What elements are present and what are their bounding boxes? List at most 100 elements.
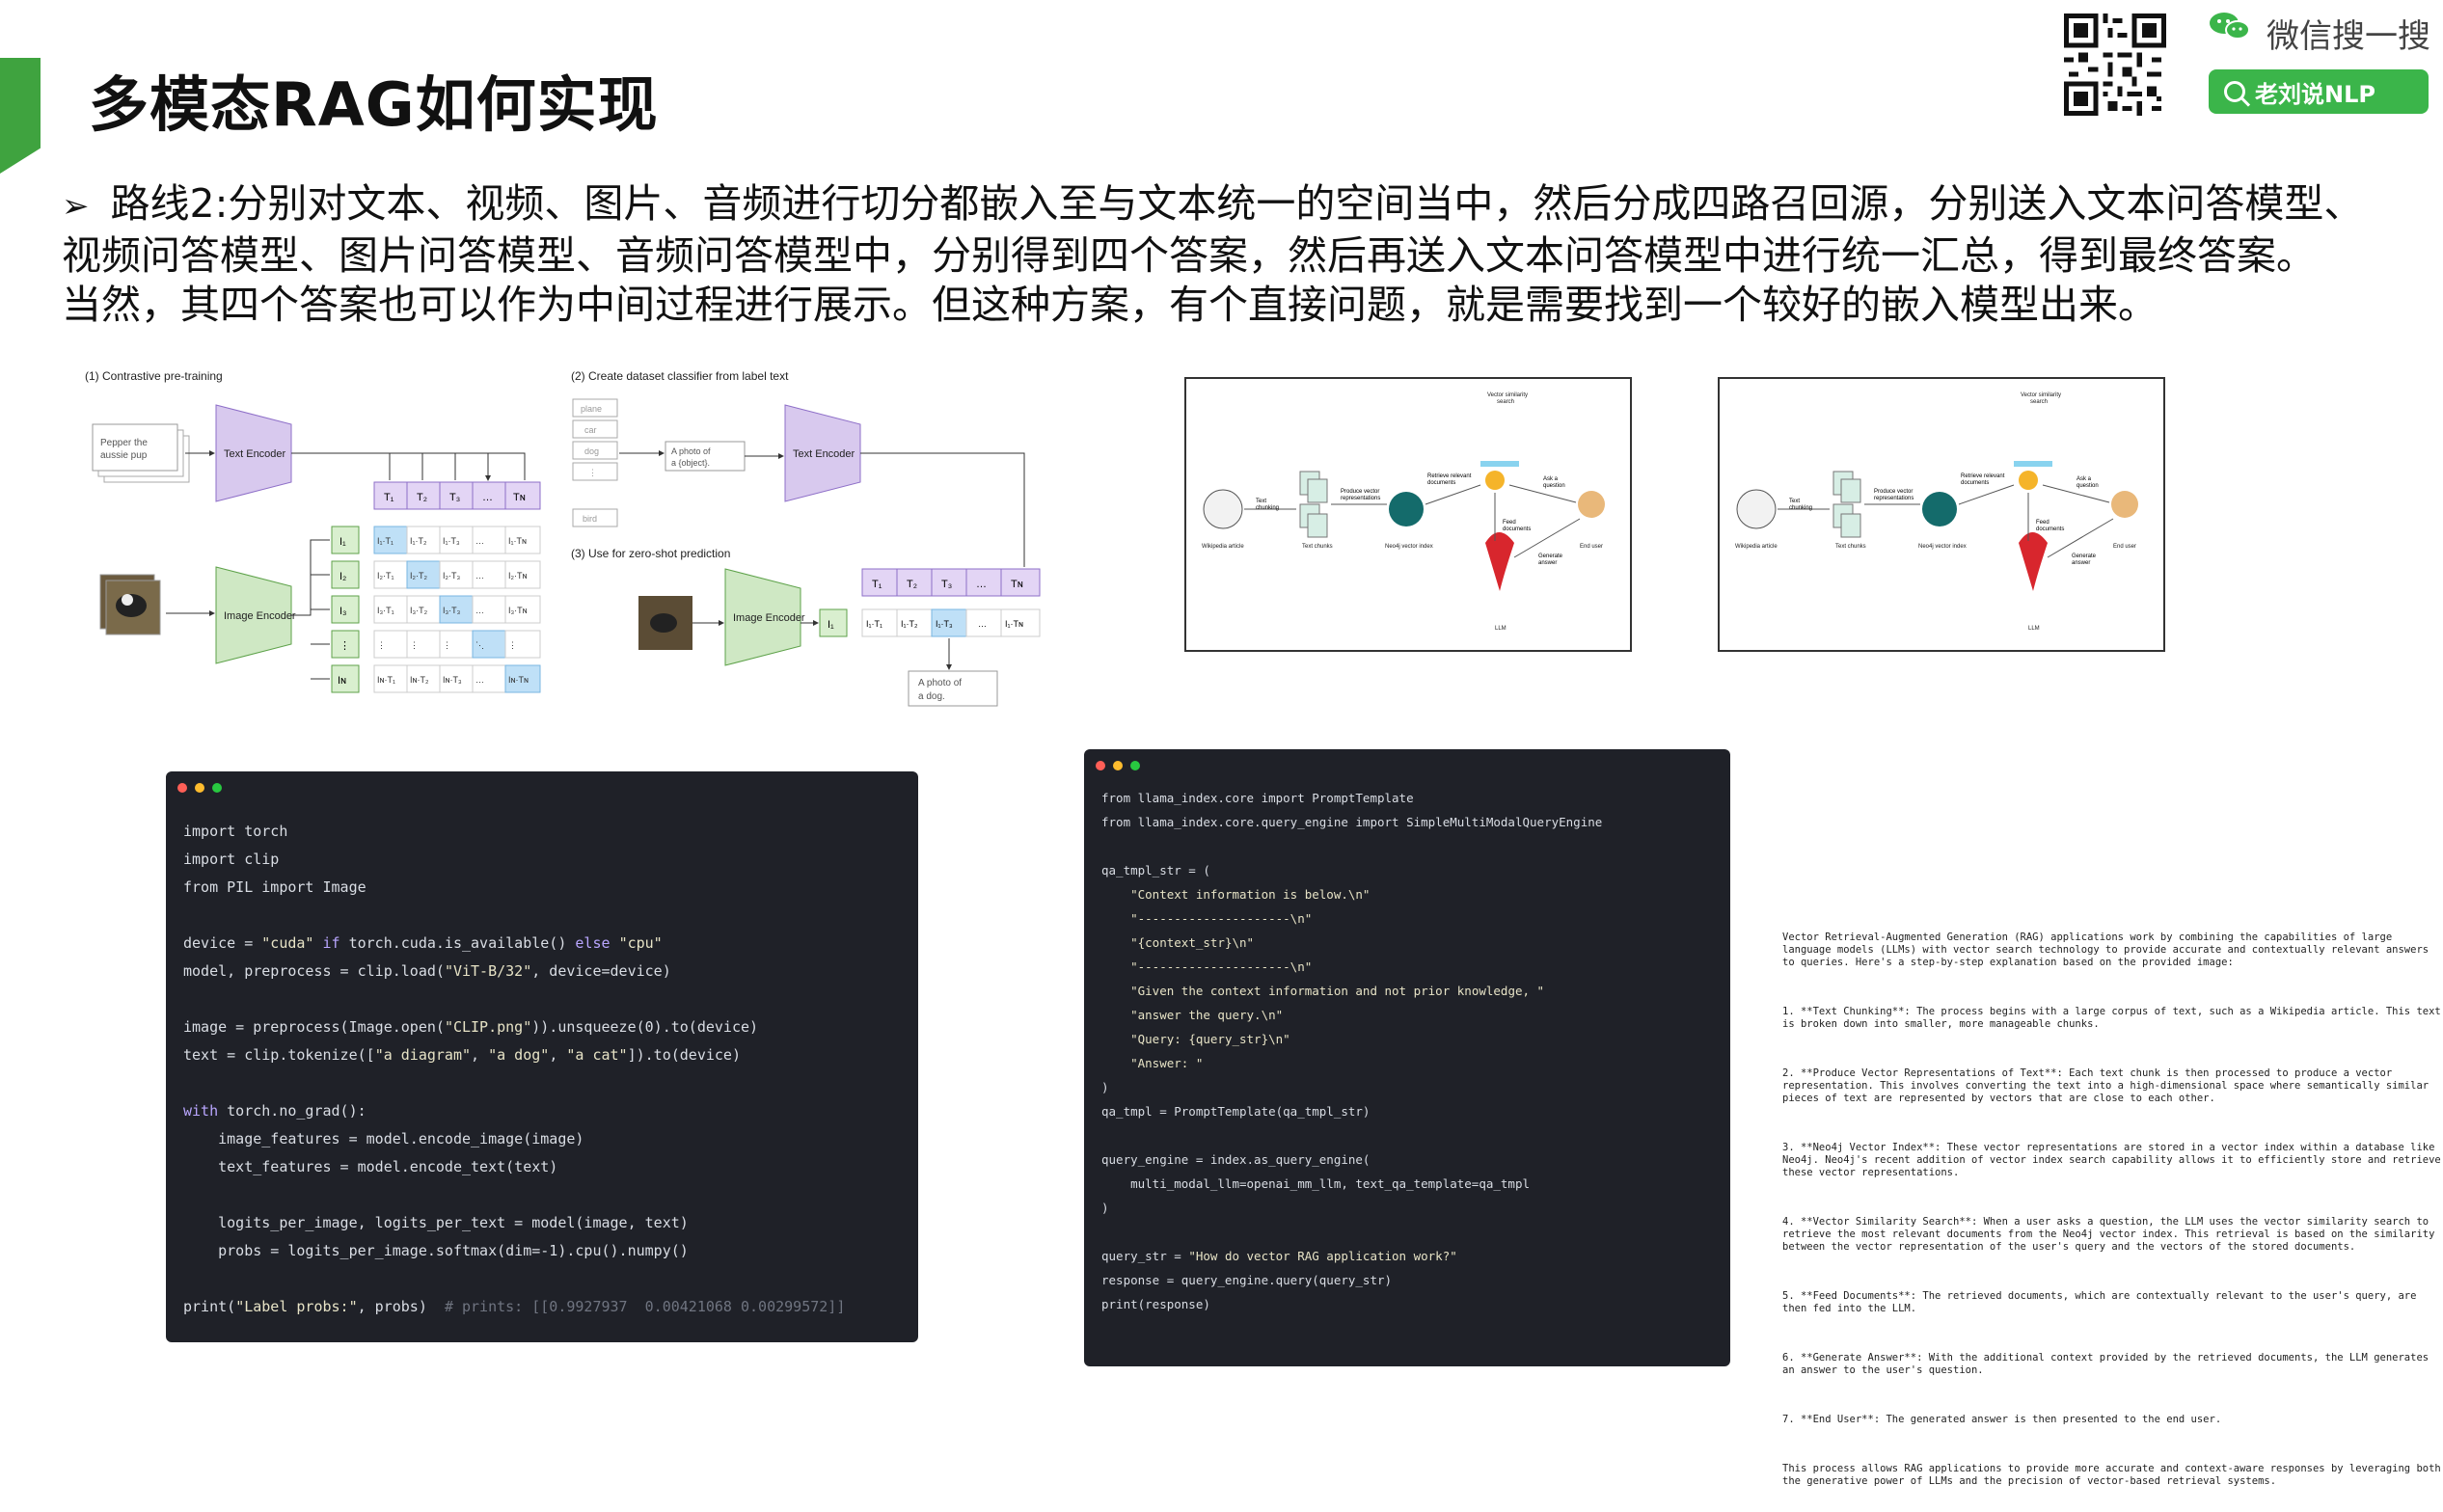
svg-text:search: search: [2030, 399, 2048, 405]
svg-text:Vector similarity: Vector similarity: [1487, 392, 1528, 398]
svg-text:plane: plane: [581, 404, 602, 414]
similarity-cell-label: ⋱: [475, 640, 484, 650]
code-line: qa_tmpl = PromptTemplate(qa_tmpl_str): [1101, 1104, 1371, 1119]
svg-text:Tɴ: Tɴ: [513, 492, 526, 503]
code-line: "answer the query.\n": [1130, 1008, 1284, 1022]
svg-text:End user: End user: [1580, 544, 1603, 550]
svg-text:Ask a: Ask a: [2077, 476, 2092, 482]
svg-text:⋮: ⋮: [588, 468, 597, 477]
svg-text:car: car: [584, 425, 597, 435]
svg-text:representations: representations: [1341, 496, 1380, 501]
code-line: response = query_engine.query(query_str): [1101, 1273, 1393, 1287]
svg-text:Text: Text: [1256, 499, 1266, 504]
code-line: "{context_str}\n": [1130, 935, 1255, 950]
svg-text:documents: documents: [1503, 526, 1531, 532]
minimize-dot-icon: [1113, 761, 1123, 770]
code-line: multi_modal_llm=openai_mm_llm, text_qa_t…: [1101, 1176, 1531, 1191]
code-line: import torch: [183, 823, 288, 840]
svg-text:I₁·T₃: I₁·T₃: [936, 619, 953, 629]
svg-text:T₃: T₃: [941, 579, 952, 590]
clip-diagram: (1) Contrastive pre-training (2) Create …: [79, 364, 1044, 723]
explanation-paragraph: 6. **Generate Answer**: With the additio…: [1782, 1352, 2435, 1376]
code-line: query_str = "How do vector RAG applicati…: [1101, 1249, 1457, 1263]
bullet-paragraph: ➢ 路线2:分别对文本、视频、图片、音频进行切分都嵌入至与文本统一的空间当中，然后…: [62, 179, 2434, 330]
code-line: import clip: [183, 850, 280, 868]
similarity-cell-label: Iɴ·T₃: [443, 675, 462, 685]
similarity-cell-label: I₃·Tɴ: [508, 606, 528, 615]
svg-text:I₁: I₁: [339, 536, 346, 548]
accent-bar: [0, 58, 41, 174]
text-encoder-label: Text Encoder: [224, 448, 286, 460]
svg-text:question: question: [2077, 483, 2099, 489]
svg-text:…: …: [482, 492, 493, 503]
svg-text:aussie pup: aussie pup: [100, 450, 148, 461]
svg-text:Generate: Generate: [2072, 554, 2097, 559]
wechat-search-button[interactable]: 老刘说NLP: [2209, 69, 2429, 114]
similarity-cell-label: ⋮: [443, 640, 451, 650]
code-line: text = clip.tokenize(["a diagram", "a do…: [183, 1046, 741, 1064]
svg-text:T₃: T₃: [449, 492, 460, 503]
close-dot-icon: [177, 783, 187, 793]
svg-text:I₁·T₂: I₁·T₂: [901, 619, 918, 629]
svg-text:Vector similarity: Vector similarity: [2021, 392, 2061, 398]
svg-text:Neo4j vector index: Neo4j vector index: [1385, 544, 1433, 550]
svg-text:search: search: [1497, 399, 1514, 405]
svg-text:Wikipedia article: Wikipedia article: [1735, 544, 1778, 550]
window-controls: [177, 783, 222, 793]
svg-text:documents: documents: [1961, 480, 1989, 486]
code-line: image_features = model.encode_image(imag…: [183, 1130, 584, 1148]
clip-heading-2: (2) Create dataset classifier from label…: [571, 369, 789, 383]
svg-text:I₁: I₁: [828, 619, 834, 631]
svg-text:Text chunks: Text chunks: [1835, 544, 1866, 550]
code-line: from llama_index.core import PromptTempl…: [1101, 791, 1414, 805]
svg-text:T₂: T₂: [417, 492, 427, 503]
svg-text:T₁: T₁: [872, 579, 882, 590]
code-line: ): [1101, 1201, 1109, 1215]
text-token-row-2: T₁ T₂ T₃ … Tɴ: [861, 568, 1041, 597]
code-line: qa_tmpl_str = (: [1101, 863, 1210, 878]
code-line: probs = logits_per_image.softmax(dim=-1)…: [183, 1242, 689, 1259]
similarity-cell-label: …: [475, 536, 484, 546]
svg-text:Image Encoder: Image Encoder: [733, 612, 805, 624]
clip-heading-3: (3) Use for zero-shot prediction: [571, 547, 730, 560]
explanation-paragraph: Vector Retrieval-Augmented Generation (R…: [1782, 932, 2435, 968]
svg-text:Wikipedia article: Wikipedia article: [1202, 544, 1244, 550]
svg-text:…: …: [976, 579, 987, 590]
similarity-cell-label: ⋮: [508, 640, 517, 650]
svg-text:Retrieve relevant: Retrieve relevant: [1427, 473, 1472, 479]
svg-text:I₁·T₁: I₁·T₁: [866, 619, 882, 629]
code-line: query_engine = index.as_query_engine(: [1101, 1152, 1371, 1167]
similarity-cell-label: …: [475, 571, 484, 580]
similarity-cell-label: I₁·T₂: [410, 536, 427, 546]
explanation-paragraph: 4. **Vector Similarity Search**: When a …: [1782, 1216, 2441, 1253]
paragraph-line-3: 当然，其四个答案也可以作为中间过程进行展示。但这种方案，有个直接问题，就是需要找…: [62, 282, 2158, 328]
svg-text:Produce vector: Produce vector: [1341, 489, 1379, 495]
code-line: image = preprocess(Image.open("CLIP.png"…: [183, 1018, 759, 1036]
wechat-icon: [2209, 12, 2251, 40]
code-line: print("Label probs:", probs) # prints: […: [183, 1298, 846, 1315]
text-token-row: T₁ T₂ T₃ … Tɴ: [373, 481, 541, 510]
code-line: device = "cuda" if torch.cuda.is_availab…: [183, 934, 663, 952]
svg-text:representations: representations: [1874, 496, 1914, 501]
svg-text:Produce vector: Produce vector: [1874, 489, 1913, 495]
svg-text:T₁: T₁: [384, 492, 394, 503]
window-controls: [1096, 761, 1140, 770]
svg-text:documents: documents: [1427, 480, 1455, 486]
explanation-paragraph: 7. **End User**: The generated answer is…: [1782, 1414, 2222, 1425]
similarity-cell-label: I₁·T₃: [443, 536, 460, 546]
code-line: from llama_index.core.query_engine impor…: [1101, 815, 1603, 829]
similarity-cell-label: …: [475, 606, 484, 615]
svg-text:Text chunks: Text chunks: [1302, 544, 1333, 550]
code-block: import torch import clip from PIL import I…: [183, 818, 845, 1321]
similarity-cell-label: I₃·T₃: [443, 606, 461, 615]
code-line: ): [1101, 1080, 1109, 1094]
code-line: with torch.no_grad():: [183, 1102, 366, 1120]
svg-text:LLM: LLM: [2028, 626, 2040, 632]
